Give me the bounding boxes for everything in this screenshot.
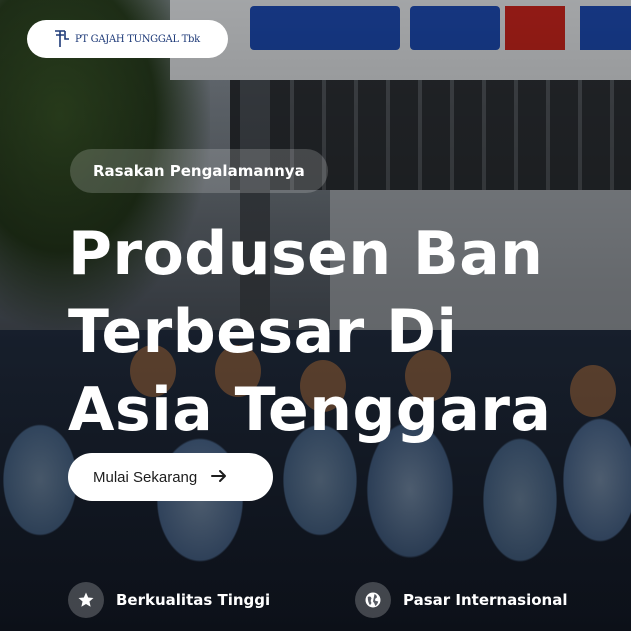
brand-logo-link[interactable]: PT GAJAH TUNGGAL Tbk	[27, 20, 228, 58]
start-now-label: Mulai Sekarang	[93, 468, 198, 486]
feature-label: Berkualitas Tinggi	[116, 591, 271, 609]
feature-label: Pasar Internasional	[403, 591, 568, 609]
headline-line-1: Produsen Ban	[68, 219, 544, 289]
hero-eyebrow-badge: Rasakan Pengalamannya	[70, 149, 328, 193]
start-now-button[interactable]: Mulai Sekarang	[68, 453, 273, 501]
feature-high-quality: Berkualitas Tinggi	[68, 582, 270, 618]
headline-line-3: Asia Tenggara	[68, 375, 552, 445]
star-icon	[68, 582, 104, 618]
headline-line-2: Terbesar Di	[68, 297, 458, 367]
hero-headline: Produsen Ban Terbesar Di Asia Tenggara	[68, 215, 628, 449]
brand-logo-text: PT GAJAH TUNGGAL Tbk	[75, 33, 200, 45]
globe-icon	[355, 582, 391, 618]
gajah-tunggal-logo-icon	[55, 30, 69, 47]
arrow-right-icon	[211, 467, 227, 488]
feature-international-market: Pasar Internasional	[355, 582, 568, 618]
